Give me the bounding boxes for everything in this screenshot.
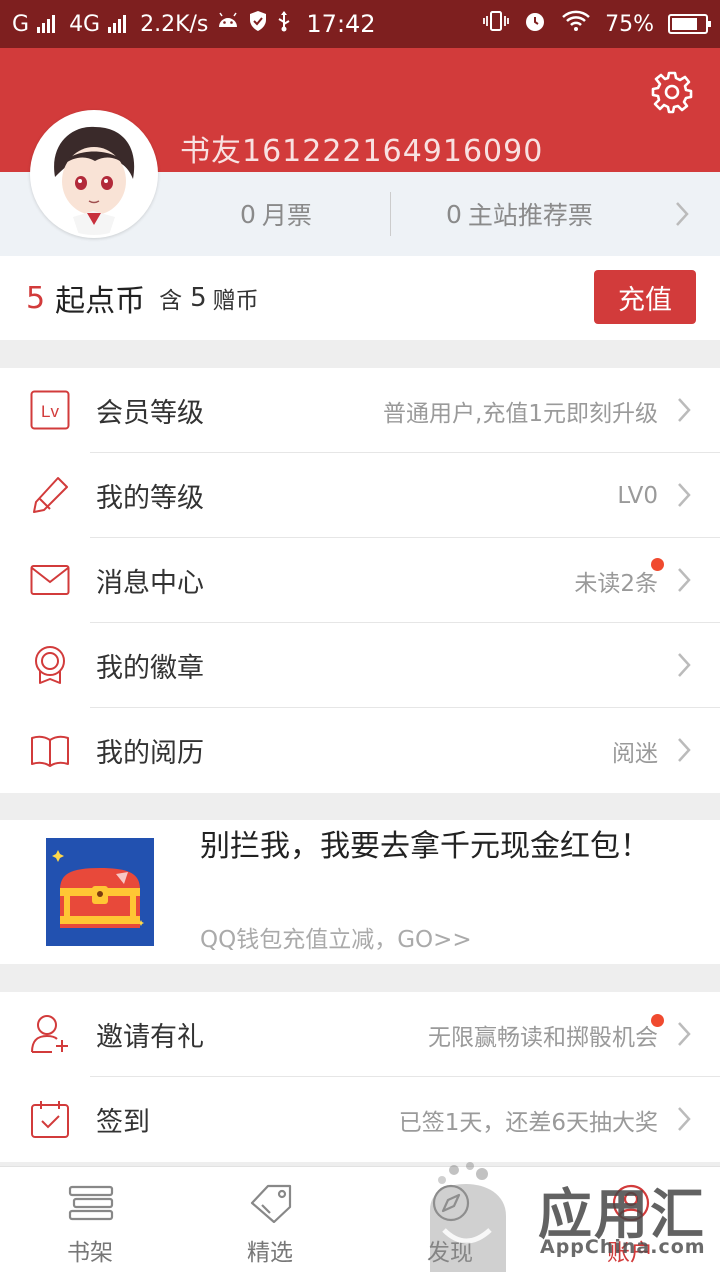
menu-label: 签到 <box>96 1107 150 1138</box>
alarm-icon <box>523 9 547 39</box>
shield-icon <box>248 10 268 38</box>
status-bar: G 4G 2.2K/s 17:42 75% <box>0 0 720 48</box>
recharge-button[interactable]: 充值 <box>594 270 696 324</box>
account-icon <box>612 1184 650 1222</box>
secondary-menu: 邀请有礼 无限赢畅读和掷骰机会 签到 已签1天，还差6天抽大奖 <box>0 992 720 1162</box>
nav-label: 书架 <box>67 1240 113 1266</box>
bottom-nav: 书架 精选 发现 账户 <box>0 1166 720 1280</box>
menu-value: 无限赢畅读和掷骰机会 <box>428 1024 658 1051</box>
monthly-ticket-label: 月票 <box>261 201 312 230</box>
menu-value: LV0 <box>617 482 658 509</box>
menu-value: 已签1天，还差6天抽大奖 <box>398 1109 658 1136</box>
promo-banner[interactable]: 别拦我，我要去拿千元现金红包！ QQ钱包充值立减，GO>> <box>0 820 720 964</box>
avatar[interactable] <box>30 110 158 238</box>
android-icon <box>216 11 240 37</box>
coin-amount: 5 <box>26 280 46 316</box>
wifi-icon <box>561 10 591 38</box>
menu-item-badges[interactable]: 我的徽章 <box>0 623 720 708</box>
mail-icon <box>30 560 70 600</box>
settings-gear-icon[interactable] <box>650 70 694 114</box>
menu-value: 阅迷 <box>612 740 658 767</box>
svg-text:Lv: Lv <box>41 402 59 421</box>
menu-label: 我的徽章 <box>96 653 204 684</box>
ticket-divider <box>390 192 391 236</box>
menu-label: 会员等级 <box>96 398 204 429</box>
promo-title: 别拦我，我要去拿千元现金红包！ <box>200 829 650 864</box>
pen-icon <box>30 475 70 515</box>
chevron-right-icon <box>676 481 692 513</box>
nav-featured[interactable]: 精选 <box>180 1167 360 1280</box>
book-icon <box>30 730 70 770</box>
menu-item-messages[interactable]: 消息中心 未读2条 <box>0 538 720 623</box>
menu-item-member-level[interactable]: Lv 会员等级 普通用户,充值1元即刻升级 <box>0 368 720 453</box>
chevron-right-icon <box>676 651 692 683</box>
coin-row: 5 起点币 含 5 赠币 充值 <box>0 256 720 340</box>
menu-item-my-level[interactable]: 我的等级 LV0 <box>0 453 720 538</box>
menu-label: 消息中心 <box>96 568 204 599</box>
menu-label: 我的阅历 <box>96 738 204 769</box>
nav-label: 账户 <box>607 1240 653 1266</box>
clock-time: 17:42 <box>306 10 376 38</box>
monthly-ticket[interactable]: 0 月票 <box>240 172 312 256</box>
lv-badge-icon: Lv <box>30 390 70 430</box>
nav-label: 精选 <box>247 1240 293 1266</box>
gift-unit: 赠币 <box>212 288 259 314</box>
compass-icon <box>432 1184 470 1222</box>
signal-icon-2 <box>108 15 127 33</box>
nav-account[interactable]: 账户 <box>540 1167 720 1280</box>
calendar-check-icon <box>30 1099 70 1139</box>
status-right: 75% <box>483 9 711 39</box>
chevron-right-icon <box>676 736 692 768</box>
menu-label: 邀请有礼 <box>96 1022 204 1053</box>
username[interactable]: 书友161222164916090 <box>180 126 543 170</box>
gift-amount: 5 <box>190 283 207 313</box>
chevron-right-icon[interactable] <box>674 200 690 232</box>
gift-prefix: 含 <box>159 288 183 314</box>
menu-label: 我的等级 <box>96 483 204 514</box>
menu-value: 普通用户,充值1元即刻升级 <box>383 400 658 427</box>
recommend-ticket-count: 0 <box>446 199 462 229</box>
chevron-right-icon <box>676 1105 692 1137</box>
unread-dot <box>651 558 664 571</box>
signal-icon <box>37 15 56 33</box>
treasure-chest-image <box>46 838 154 946</box>
chevron-right-icon <box>676 566 692 598</box>
primary-menu: Lv 会员等级 普通用户,充值1元即刻升级 我的等级 LV0 消息中心 未读2条… <box>0 368 720 793</box>
invite-user-icon <box>30 1014 70 1054</box>
usb-icon <box>276 10 292 38</box>
recommend-ticket[interactable]: 0 主站推荐票 <box>446 172 593 256</box>
speed-label: 2.2K/s <box>140 11 209 37</box>
bookshelf-icon <box>68 1185 114 1221</box>
recommend-ticket-label: 主站推荐票 <box>467 201 593 230</box>
battery-label: 75% <box>605 11 654 37</box>
menu-item-checkin[interactable]: 签到 已签1天，还差6天抽大奖 <box>0 1077 720 1162</box>
monthly-ticket-count: 0 <box>240 199 256 229</box>
menu-item-reading-history[interactable]: 我的阅历 阅迷 <box>0 708 720 793</box>
menu-item-invite[interactable]: 邀请有礼 无限赢畅读和掷骰机会 <box>0 992 720 1077</box>
coin-unit: 起点币 <box>55 284 146 319</box>
battery-icon <box>668 14 711 34</box>
menu-value: 未读2条 <box>574 570 658 597</box>
promo-subtitle: QQ钱包充值立减，GO>> <box>200 927 472 953</box>
vibrate-icon <box>483 10 509 38</box>
chevron-right-icon <box>676 1020 692 1052</box>
medal-icon <box>30 645 70 685</box>
unread-dot <box>651 1014 664 1027</box>
nav-bookshelf[interactable]: 书架 <box>0 1167 180 1280</box>
nav-label: 发现 <box>427 1240 473 1266</box>
tag-icon <box>250 1184 292 1223</box>
status-left: G 4G 2.2K/s 17:42 <box>12 10 376 38</box>
chevron-right-icon <box>676 396 692 428</box>
network-label: 4G <box>69 11 101 37</box>
nav-discover[interactable]: 发现 <box>360 1167 540 1280</box>
carrier-label: G <box>12 11 30 37</box>
